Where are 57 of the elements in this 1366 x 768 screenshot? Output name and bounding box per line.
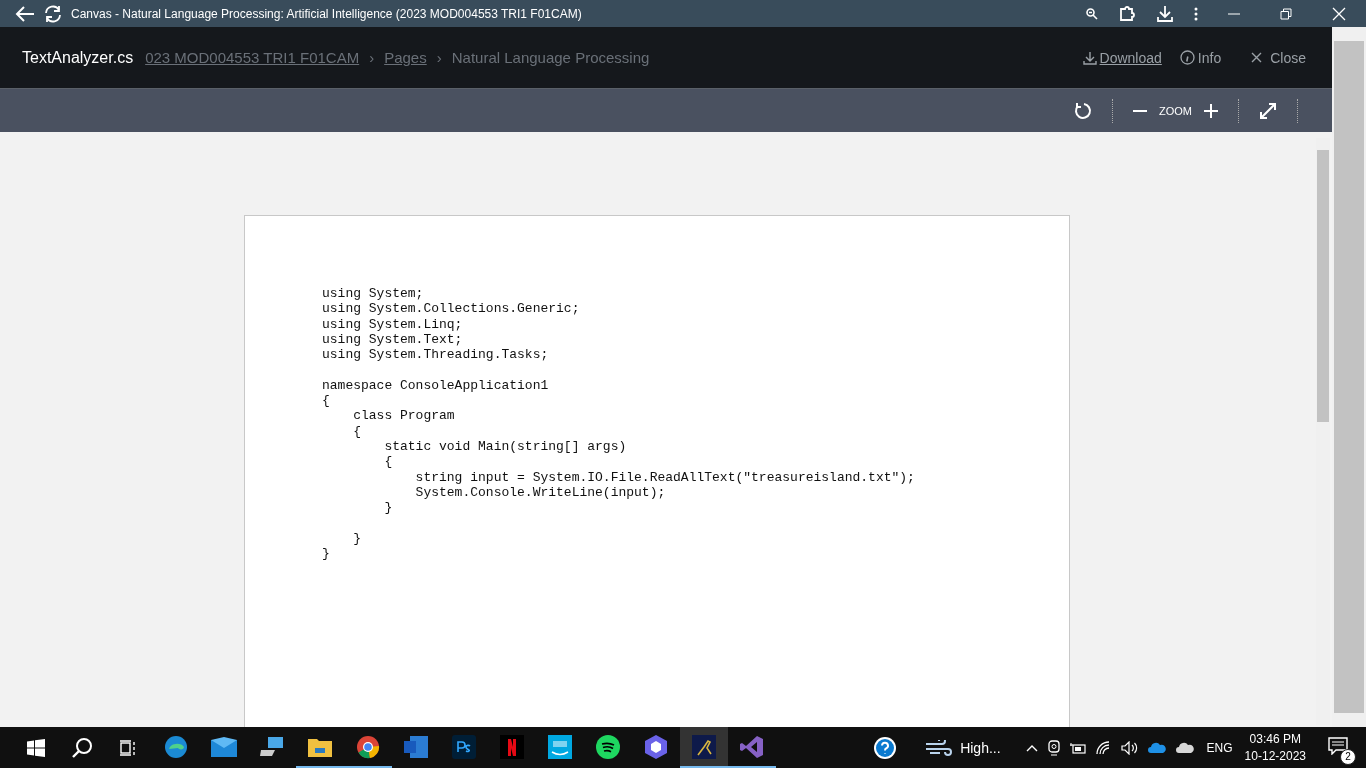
clock-time[interactable]: 03:46 PM — [1249, 732, 1301, 746]
restore-icon[interactable] — [1280, 7, 1292, 20]
window-title: Canvas - Natural Language Processing: Artificial Intelligence (2023 MOD004553 TRI1 F01CAM) — [71, 6, 582, 21]
mail-icon — [211, 736, 237, 757]
cloud-icon[interactable] — [1147, 742, 1166, 753]
rotate-icon[interactable] — [1074, 101, 1092, 120]
breadcrumb-link[interactable]: 023 MOD004553 TRI1 F01CAM — [145, 49, 360, 66]
cloud-icon[interactable] — [1175, 742, 1194, 753]
close-icon[interactable] — [1251, 52, 1263, 63]
chevron-up-icon[interactable] — [1025, 743, 1038, 752]
minimize-icon[interactable] — [1228, 12, 1240, 15]
browser-icon — [164, 734, 188, 759]
document-app-icon — [404, 735, 428, 758]
app-icon — [645, 734, 667, 759]
video-app-icon — [548, 734, 572, 759]
help-icon[interactable] — [873, 735, 898, 760]
notification-count: 2 — [1340, 748, 1356, 765]
zoom-in-icon[interactable] — [1204, 103, 1218, 118]
video-app-icon — [500, 734, 524, 759]
bird-icon — [692, 734, 716, 759]
download-icon[interactable] — [1082, 50, 1097, 65]
breadcrumb-link[interactable]: Pages — [384, 49, 427, 66]
wind-icon[interactable] — [926, 739, 953, 756]
zoom-label: ZOOM — [1159, 104, 1192, 117]
fullscreen-icon[interactable] — [1259, 101, 1277, 120]
close-button[interactable]: Close — [1270, 49, 1306, 66]
code-text: using System; using System.Collections.Generic; using System.Linq; using System.Text; using System.Threading.Tasks; namespace ConsoleApplication1 { class Program { static void Main(string[] args) { string input = System.IO.File.ReadAllText("treasureisland.txt"); System.Console.WriteLine(input); } } } — [322, 286, 916, 562]
zoom-out-icon[interactable] — [1133, 109, 1147, 112]
start-icon[interactable] — [27, 738, 45, 757]
extension-icon[interactable] — [1118, 4, 1136, 23]
info-icon[interactable] — [1179, 50, 1195, 65]
breadcrumb-separator: › — [436, 49, 442, 66]
info-button[interactable]: Info — [1197, 49, 1222, 66]
file-name: TextAnalyzer.cs — [22, 48, 134, 67]
music-app-icon — [596, 734, 620, 759]
download-link[interactable]: Download — [1099, 49, 1162, 66]
search-icon[interactable] — [71, 736, 93, 759]
browser-icon — [356, 734, 380, 759]
breadcrumb-separator: › — [369, 49, 375, 66]
refresh-icon[interactable] — [43, 3, 63, 24]
camera-icon[interactable] — [1047, 739, 1060, 756]
language-indicator[interactable]: ENG — [1206, 740, 1233, 755]
zoom-icon[interactable] — [1086, 7, 1098, 20]
code-editor-icon — [740, 734, 764, 759]
wifi-icon[interactable] — [1095, 740, 1111, 755]
folder-icon — [308, 736, 332, 757]
scrollbar[interactable] — [1332, 27, 1366, 727]
clock-date[interactable]: 10-12-2023 — [1244, 749, 1306, 763]
image-app-icon — [452, 734, 476, 759]
breadcrumb-link[interactable]: Natural Language Processing — [451, 49, 650, 66]
task-view-icon[interactable] — [119, 739, 137, 756]
battery-icon[interactable] — [1069, 741, 1086, 754]
speaker-icon[interactable] — [1120, 740, 1138, 755]
back-icon[interactable] — [15, 5, 35, 22]
computer-icon — [260, 735, 284, 758]
more-icon[interactable] — [1194, 6, 1198, 21]
weather-text[interactable]: High... — [960, 739, 1001, 756]
